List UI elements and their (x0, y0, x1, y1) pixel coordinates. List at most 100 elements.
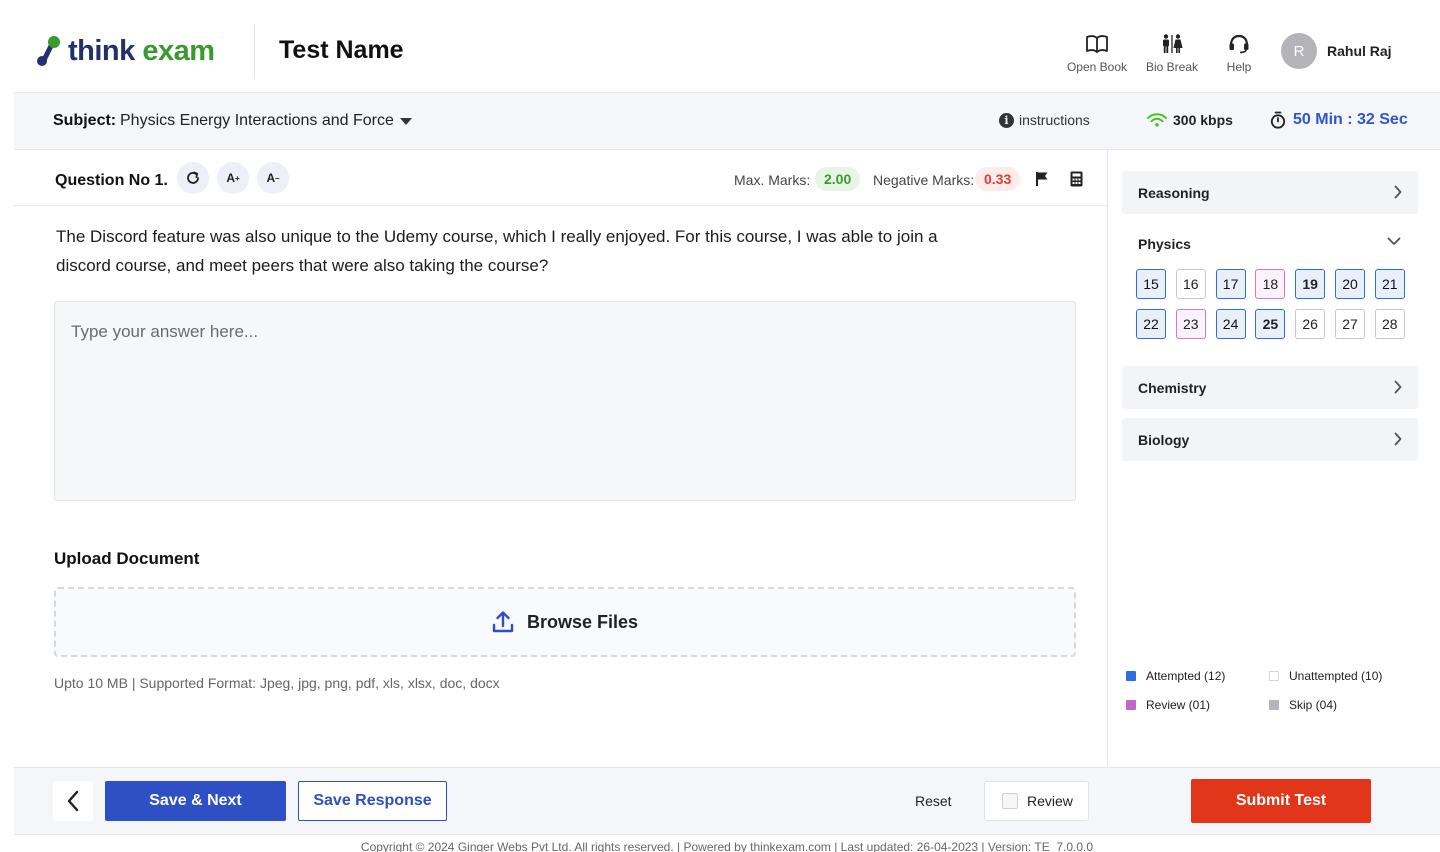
legend-unattempted-swatch (1269, 671, 1279, 681)
legend-review-label: Review (01) (1146, 698, 1211, 712)
header-divider (254, 24, 255, 78)
question-palette-item[interactable]: 17 (1215, 269, 1246, 299)
question-palette-item[interactable]: 19 (1295, 269, 1326, 299)
section-reasoning-label: Reasoning (1138, 185, 1210, 201)
question-palette-item[interactable]: 21 (1374, 269, 1405, 299)
user-name[interactable]: Rahul Raj (1327, 43, 1392, 59)
upload-title: Upload Document (54, 549, 200, 568)
open-book-button[interactable]: Open Book (1066, 34, 1128, 74)
question-palette-item[interactable]: 18 (1255, 269, 1286, 299)
legend-unattempted-label: Unattempted (10) (1289, 669, 1383, 683)
section-physics[interactable]: Physics (1138, 236, 1191, 252)
checkbox-icon (1002, 793, 1018, 809)
question-palette-item[interactable]: 28 (1374, 309, 1405, 339)
logo-mark-icon (36, 35, 62, 67)
flag-button[interactable] (1035, 171, 1049, 192)
stopwatch-icon (1270, 111, 1286, 129)
chevron-right-icon (1394, 185, 1402, 199)
save-response-button[interactable]: Save Response (298, 781, 447, 821)
section-chemistry[interactable]: Chemistry (1122, 366, 1418, 409)
previous-button[interactable] (53, 781, 93, 821)
bio-break-label: Bio Break (1145, 60, 1199, 74)
legend-skip-swatch (1269, 700, 1279, 710)
brand-logo: think exam (36, 33, 215, 69)
question-palette-item[interactable]: 22 (1136, 309, 1166, 339)
info-icon: i (999, 112, 1014, 128)
caret-down-icon[interactable] (400, 118, 412, 125)
chevron-down-icon[interactable] (1387, 237, 1401, 246)
reset-button[interactable]: Reset (915, 793, 952, 809)
logo-text-exam: exam (142, 34, 215, 67)
save-next-button[interactable]: Save & Next (105, 781, 286, 821)
question-palette-item[interactable]: 27 (1335, 309, 1365, 339)
max-marks-label: Max. Marks: (734, 172, 811, 188)
calculator-button[interactable] (1070, 171, 1083, 192)
question-text: The Discord feature was also unique to t… (56, 227, 938, 275)
page-footer: Copyright © 2024 Ginger Webs Pvt Ltd. Al… (14, 834, 1440, 852)
refresh-button[interactable] (177, 162, 209, 194)
question-palette-item[interactable]: 25 (1255, 309, 1286, 339)
question-palette-item[interactable]: 23 (1175, 309, 1206, 339)
instructions-label: instructions (1019, 112, 1090, 128)
font-decrease-label: A (266, 171, 276, 185)
legend-skip: Skip (04) (1269, 698, 1337, 712)
subject-bar: Subject: Physics Energy Interactions and… (14, 92, 1440, 150)
question-palette-item[interactable]: 20 (1335, 269, 1365, 299)
network-speed: 300 kbps (1147, 112, 1233, 128)
question-palette-item[interactable]: 15 (1136, 269, 1166, 299)
network-speed-value: 300 kbps (1173, 112, 1233, 128)
refresh-icon (187, 171, 199, 184)
font-decrease-button[interactable]: A – (257, 162, 289, 194)
bio-break-button[interactable]: Bio Break (1143, 34, 1201, 74)
legend-unattempted: Unattempted (10) (1269, 669, 1382, 683)
upload-icon (492, 611, 514, 633)
review-checkbox[interactable]: Review (984, 781, 1089, 821)
font-increase-button[interactable]: A + (217, 162, 249, 194)
timer-value: 50 Min : 32 Sec (1293, 111, 1408, 128)
instructions-link[interactable]: i instructions (999, 112, 1090, 128)
section-biology[interactable]: Biology (1122, 418, 1418, 461)
browse-files-button[interactable]: Browse Files (54, 587, 1076, 657)
legend-review: Review (01) (1126, 698, 1210, 712)
headset-icon (1229, 34, 1249, 54)
section-reasoning[interactable]: Reasoning (1122, 171, 1418, 214)
help-button[interactable]: Help (1222, 34, 1256, 74)
legend-attempted-label: Attempted (12) (1146, 669, 1226, 683)
max-marks-badge: 2.00 (815, 167, 861, 191)
minus-icon: – (275, 173, 280, 183)
subject-label: Subject: (53, 112, 117, 129)
font-increase-label: A (226, 171, 235, 185)
logo-text-think: think (68, 34, 135, 67)
app-header: think exam Test Name Open Book Bio Break (0, 0, 1440, 92)
browse-files-label: Browse Files (526, 611, 639, 632)
question-palette: Reasoning Physics 15 16 17 18 19 20 21 22 23 24 25… (1107, 150, 1440, 767)
bio-break-icon (1163, 34, 1183, 53)
legend-attempted: Attempted (12) (1126, 669, 1225, 683)
flag-icon (1036, 172, 1048, 186)
question-palette-item[interactable]: 26 (1295, 309, 1326, 339)
negative-marks-badge: 0.33 (975, 167, 1021, 191)
calculator-icon (1070, 171, 1083, 187)
open-book-label: Open Book (1066, 60, 1128, 74)
upload-note: Upto 10 MB | Supported Format: Jpeg, jpg… (54, 675, 500, 691)
avatar[interactable]: R (1281, 33, 1317, 69)
question-palette-item[interactable]: 16 (1175, 269, 1206, 299)
copyright-text: Copyright © 2024 Ginger Webs Pvt Ltd. Al… (360, 840, 1094, 852)
test-title: Test Name (279, 36, 404, 64)
chevron-left-icon (67, 790, 79, 812)
submit-test-button[interactable]: Submit Test (1191, 779, 1371, 823)
plus-icon: + (235, 173, 240, 183)
question-palette-item[interactable]: 24 (1215, 309, 1246, 339)
subject-select[interactable]: Physics Energy Interactions and Force (120, 112, 394, 130)
answer-textarea[interactable] (55, 302, 1075, 500)
section-biology-label: Biology (1138, 432, 1190, 448)
countdown-timer: 50 Min : 32 Sec (1270, 111, 1408, 129)
legend-attempted-swatch (1126, 671, 1136, 681)
wifi-icon (1147, 113, 1167, 127)
negative-marks-label: Negative Marks: (873, 172, 975, 188)
review-label: Review (1027, 793, 1073, 809)
chevron-right-icon (1394, 380, 1402, 394)
question-header: Question No 1. A + A – Max. Marks: 2.00 Ne… (14, 150, 1107, 206)
open-book-icon (1086, 35, 1108, 53)
logo-text: think exam (68, 35, 215, 68)
